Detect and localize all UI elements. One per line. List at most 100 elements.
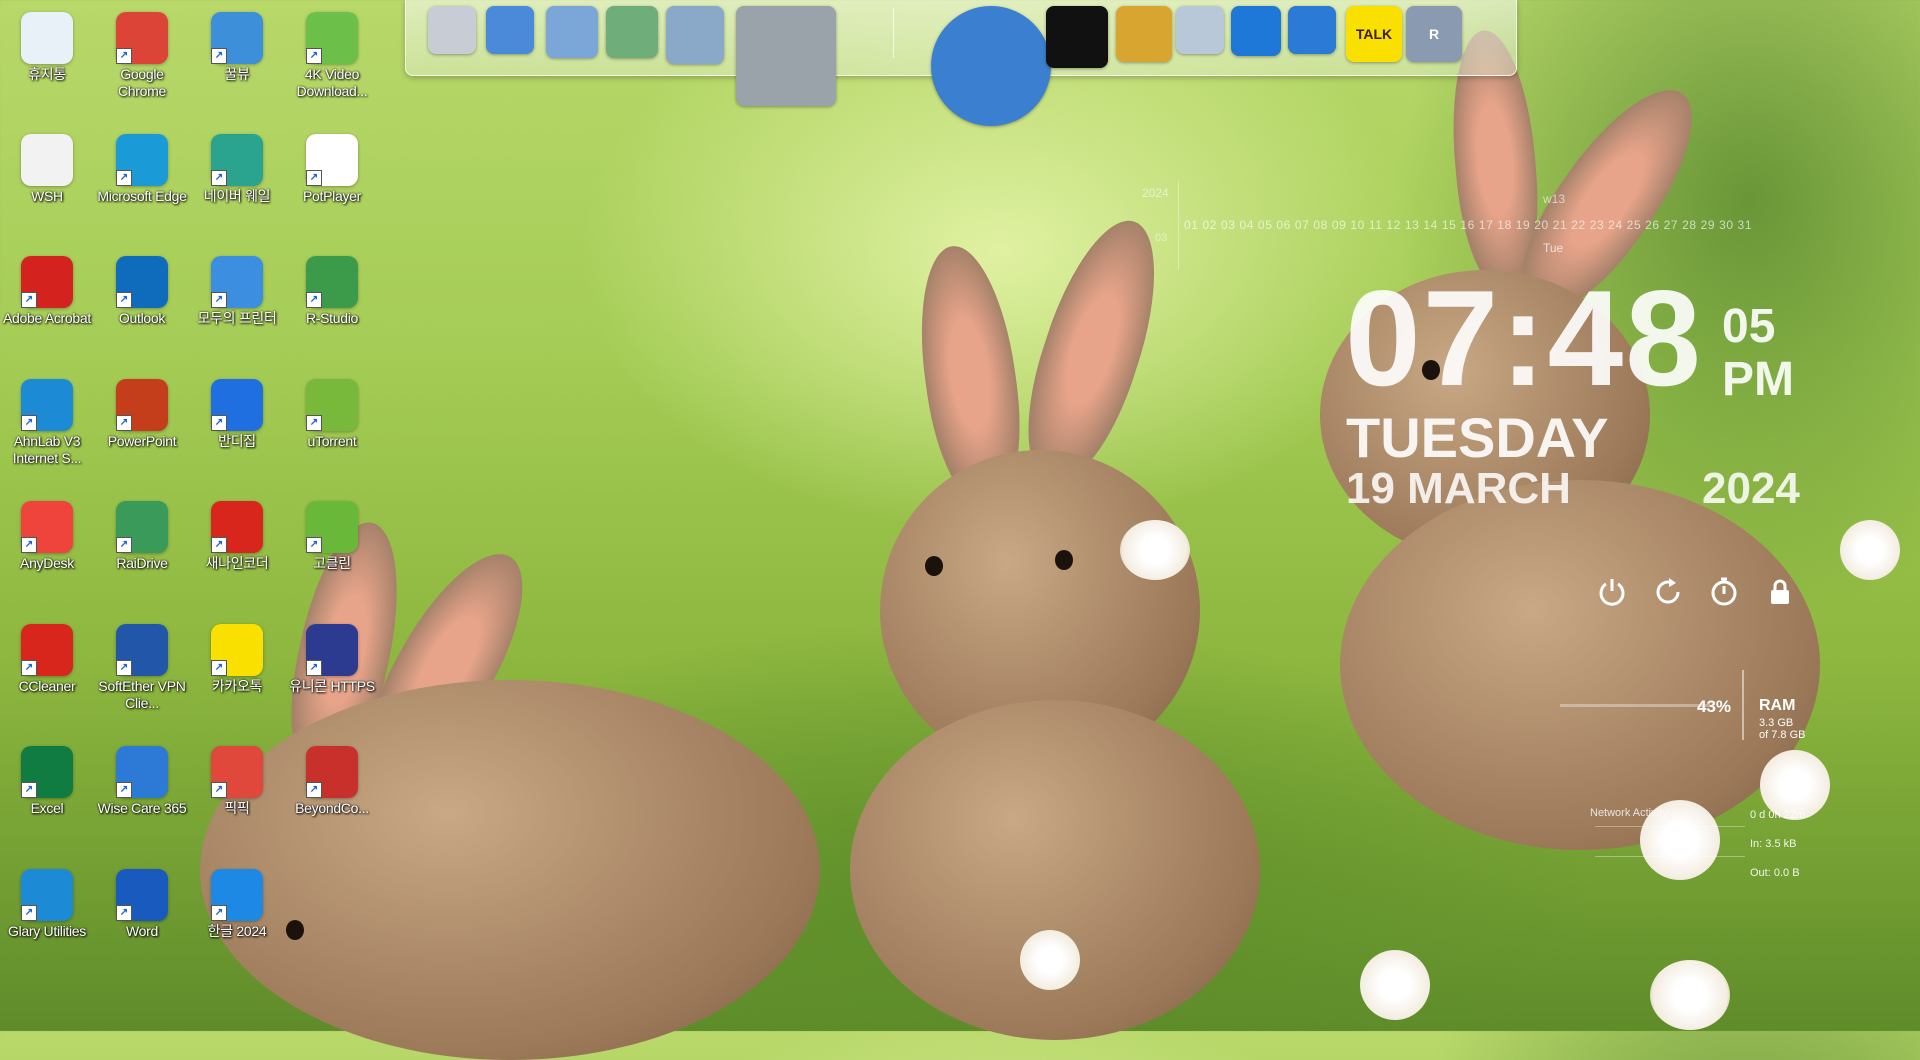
- printer-icon: ↗: [211, 256, 263, 308]
- edge-icon: ↗: [116, 134, 168, 186]
- kakaotalk-icon[interactable]: TALK: [1346, 6, 1402, 62]
- tools-icon[interactable]: [736, 6, 836, 106]
- desktop-icon-label: 카카오톡: [211, 678, 263, 694]
- shortcut-arrow-icon: ↗: [306, 48, 322, 64]
- tshirt-icon[interactable]: [1046, 6, 1108, 68]
- shortcut-arrow-icon: ↗: [211, 660, 227, 676]
- shortcut-arrow-icon: ↗: [116, 905, 132, 921]
- desktop-icon[interactable]: ↗ 한글 2024: [192, 865, 282, 940]
- desktop-icon-label: 한글 2024: [207, 923, 267, 939]
- ram-total: of 7.8 GB: [1759, 729, 1806, 741]
- desktop-icon[interactable]: ↗ Adobe Acrobat: [2, 252, 92, 327]
- desktop-icon[interactable]: ↗ 네이버 웨일: [192, 130, 282, 205]
- network-icon[interactable]: [486, 6, 534, 54]
- shortcut-arrow-icon: ↗: [306, 415, 322, 431]
- desktop-icon[interactable]: ↗ Glary Utilities: [2, 865, 92, 940]
- desktop-icon[interactable]: ↗ 유니콘 HTTPS: [287, 620, 377, 695]
- desktop-icon[interactable]: ↗ PowerPoint: [97, 375, 187, 450]
- desktop-icon-label: Glary Utilities: [8, 923, 86, 939]
- shortcut-arrow-icon: ↗: [116, 660, 132, 676]
- desktop-icon-label: Wise Care 365: [97, 800, 187, 816]
- network-divider: [1595, 826, 1745, 827]
- desktop-icon[interactable]: ↗ AnyDesk: [2, 497, 92, 572]
- encoder-icon: ↗: [211, 501, 263, 553]
- desktop-icon[interactable]: ↗ Wise Care 365: [97, 742, 187, 817]
- shortcut-arrow-icon: ↗: [306, 292, 322, 308]
- desktop-icon[interactable]: ↗ R-Studio: [287, 252, 377, 327]
- shortcut-arrow-icon: ↗: [306, 782, 322, 798]
- power-off-button[interactable]: [1596, 576, 1628, 608]
- desktop-icon[interactable]: ↗ 새나인코더: [192, 497, 282, 572]
- utorrent-icon: ↗: [306, 379, 358, 431]
- desktop-icon-label: SoftEther VPN Clie...: [98, 678, 186, 711]
- desktop-icon[interactable]: ↗ 픽픽: [192, 742, 282, 817]
- shortcut-arrow-icon: ↗: [211, 905, 227, 921]
- folder-icon[interactable]: [546, 6, 598, 58]
- shortcut-arrow-icon: ↗: [21, 660, 37, 676]
- top-dock: TALK R: [405, 0, 1517, 126]
- desktop-icon[interactable]: ↗ BeyondCo...: [287, 742, 377, 817]
- desktop-icon-label: Google Chrome: [118, 66, 166, 99]
- desktop-icon-label: 모두의 프린터: [197, 310, 277, 326]
- glary-moon-icon[interactable]: [1231, 6, 1281, 56]
- folder-open-icon[interactable]: [666, 6, 724, 64]
- honeyview-icon: ↗: [211, 12, 263, 64]
- desktop-icon[interactable]: ↗ 꿀뷰: [192, 8, 282, 83]
- desktop-icon-label: PowerPoint: [107, 433, 177, 449]
- clock-weekday: TUESDAY: [1346, 406, 1609, 469]
- desktop-icon[interactable]: ↗ 4K Video Download...: [287, 8, 377, 100]
- wise-shield-icon[interactable]: [1288, 6, 1336, 54]
- trash-icon[interactable]: [1176, 6, 1224, 54]
- shortcut-arrow-icon: ↗: [116, 170, 132, 186]
- network-out: Out: 0.0 B: [1750, 867, 1800, 879]
- ram-meter-bar: [1560, 704, 1710, 707]
- desktop-icon[interactable]: ↗ Microsoft Edge: [97, 130, 187, 205]
- shortcut-arrow-icon: ↗: [21, 905, 37, 921]
- restart-button[interactable]: [1652, 576, 1684, 608]
- desktop-icon[interactable]: ↗ 카카오톡: [192, 620, 282, 695]
- dock-separator: [893, 8, 894, 58]
- rstudio-dock-icon[interactable]: R: [1406, 6, 1462, 62]
- desktop-icon[interactable]: WSH: [2, 130, 92, 205]
- clover-decoration: [1840, 520, 1900, 580]
- shortcut-arrow-icon: ↗: [211, 292, 227, 308]
- sleep-timer-button[interactable]: [1708, 576, 1740, 608]
- ram-title: RAM: [1759, 697, 1796, 714]
- desktop-icon-label: PotPlayer: [303, 188, 361, 204]
- globe-icon[interactable]: [931, 6, 1051, 126]
- restart-icon: [1656, 578, 1680, 604]
- outlook-icon: ↗: [116, 256, 168, 308]
- desktop-icon[interactable]: ↗ AhnLab V3 Internet S...: [2, 375, 92, 467]
- shortcut-arrow-icon: ↗: [116, 537, 132, 553]
- desktop-icon[interactable]: ↗ Google Chrome: [97, 8, 187, 100]
- computer-icon[interactable]: [428, 6, 476, 54]
- desktop-icon[interactable]: ↗ 모두의 프린터: [192, 252, 282, 327]
- hammer-icon[interactable]: [1116, 6, 1172, 62]
- power-icon: [1599, 579, 1625, 606]
- desktop-icon[interactable]: ↗ RaiDrive: [97, 497, 187, 572]
- calendar-week-number: w13: [1543, 192, 1566, 206]
- timer-icon: [1711, 577, 1737, 606]
- desktop-icon[interactable]: ↗ Excel: [2, 742, 92, 817]
- desktop-icon[interactable]: ↗ 고클린: [287, 497, 377, 572]
- lock-button[interactable]: [1764, 576, 1796, 608]
- whale-icon: ↗: [211, 134, 263, 186]
- desktop-icon[interactable]: ↗ CCleaner: [2, 620, 92, 695]
- excel-icon: ↗: [21, 746, 73, 798]
- desktop-icon[interactable]: ↗ PotPlayer: [287, 130, 377, 205]
- desktop-icon-label: Adobe Acrobat: [3, 310, 91, 326]
- desktop-icon[interactable]: ↗ Outlook: [97, 252, 187, 327]
- desktop-icon-label: 네이버 웨일: [203, 188, 271, 204]
- desktop-icon-label: R-Studio: [305, 310, 359, 326]
- desktop-icon-label: BeyondCo...: [295, 800, 369, 816]
- desktop-icon[interactable]: ↗ Word: [97, 865, 187, 940]
- desktop-icon-label: CCleaner: [18, 678, 76, 694]
- desktop-icon[interactable]: ↗ uTorrent: [287, 375, 377, 450]
- desktop-icon-label: 꿀뷰: [224, 66, 250, 82]
- desktop-icon[interactable]: ↗ 반디집: [192, 375, 282, 450]
- file-icon: [21, 134, 73, 186]
- folder-green-icon[interactable]: [606, 6, 658, 58]
- desktop-icon[interactable]: 휴지통: [2, 8, 92, 83]
- calendar-day-of-week: Tue: [1543, 241, 1564, 255]
- desktop-icon[interactable]: ↗ SoftEther VPN Clie...: [97, 620, 187, 712]
